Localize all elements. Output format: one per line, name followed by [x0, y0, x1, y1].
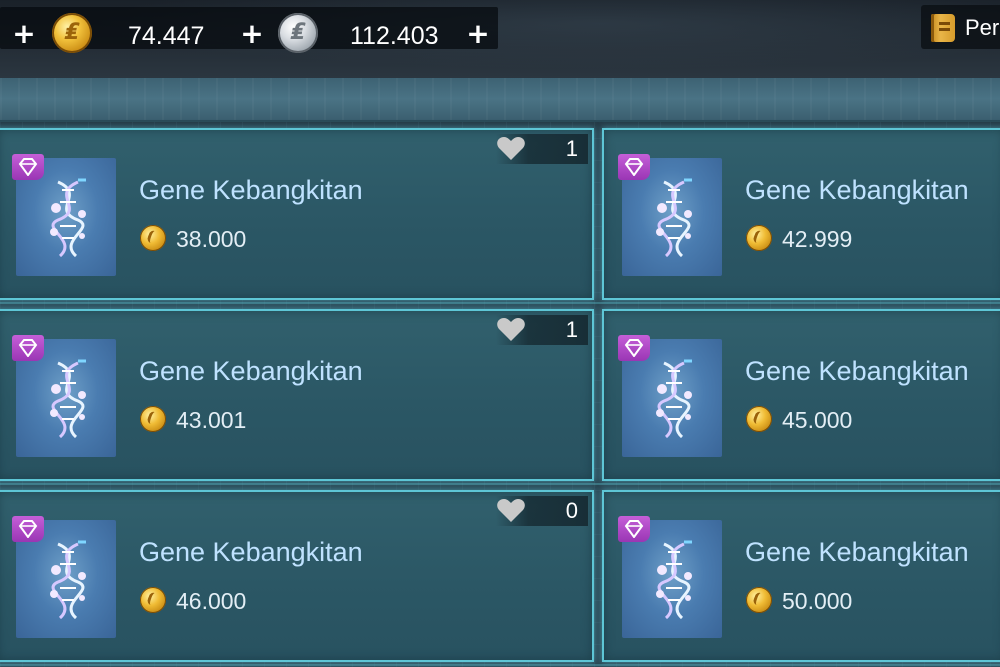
- list-header-band: [0, 78, 1000, 122]
- item-price: 46.000: [176, 588, 247, 614]
- row-divider: [0, 664, 1000, 666]
- dna-helix-icon: [38, 538, 98, 626]
- item-card[interactable]: Gene Kebangkitan 50.000: [602, 490, 1000, 662]
- item-price: 50.000: [782, 588, 853, 614]
- dna-helix-icon: [38, 176, 98, 264]
- add-currency-button[interactable]: +: [464, 19, 492, 49]
- item-card[interactable]: Gene Kebangkitan 46.000 0: [0, 490, 594, 662]
- gold-coin-icon: [140, 587, 166, 613]
- item-card[interactable]: Gene Kebangkitan 42.999: [602, 128, 1000, 300]
- diamond-badge-icon: [618, 335, 650, 361]
- auction-screen: + ₤ 74.447 + ₤ 112.403 + Per Gene Kebang…: [0, 0, 1000, 667]
- gold-coin-icon: [140, 225, 166, 251]
- silver-coin-icon: ₤: [278, 13, 318, 53]
- item-name: Gene Kebangkitan: [139, 356, 363, 386]
- heart-icon[interactable]: [496, 317, 526, 347]
- item-name: Gene Kebangkitan: [139, 537, 363, 567]
- heart-icon[interactable]: [496, 498, 526, 528]
- dna-helix-icon: [644, 538, 704, 626]
- gold-coin-icon: [746, 406, 772, 432]
- gold-coin-icon: [746, 225, 772, 251]
- gold-coin-icon: [140, 406, 166, 432]
- like-counter: 0: [496, 496, 588, 526]
- item-price: 45.000: [782, 407, 853, 433]
- like-count: 0: [565, 498, 578, 523]
- like-counter: 1: [496, 134, 588, 164]
- dna-helix-icon: [38, 357, 98, 445]
- top-bar: + ₤ 74.447 + ₤ 112.403 + Per: [0, 0, 1000, 78]
- add-gold-button[interactable]: +: [10, 19, 38, 49]
- like-count: 1: [565, 136, 578, 161]
- gold-coin-icon: ₤: [52, 13, 92, 53]
- gold-amount: 74.447: [128, 22, 205, 50]
- like-count: 1: [565, 317, 578, 342]
- diamond-badge-icon: [618, 154, 650, 180]
- item-name: Gene Kebangkitan: [139, 175, 363, 205]
- row-divider: [0, 302, 1000, 304]
- gold-coin-icon: [746, 587, 772, 613]
- item-price: 38.000: [176, 226, 247, 252]
- menu-button-label: Per: [965, 15, 1000, 40]
- heart-icon[interactable]: [496, 136, 526, 166]
- like-counter: 1: [496, 315, 588, 345]
- item-price: 43.001: [176, 407, 247, 433]
- item-price: 42.999: [782, 226, 853, 252]
- dna-helix-icon: [644, 176, 704, 264]
- item-grid: Gene Kebangkitan 38.000 1 Gene Kebangkitan 4…: [0, 122, 1000, 667]
- item-card[interactable]: Gene Kebangkitan 45.000: [602, 309, 1000, 481]
- currency-strip: + ₤ 74.447 + ₤ 112.403 +: [0, 7, 498, 53]
- silver-amount: 112.403: [350, 22, 439, 50]
- diamond-badge-icon: [12, 335, 44, 361]
- diamond-badge-icon: [12, 516, 44, 542]
- item-card[interactable]: Gene Kebangkitan 43.001 1: [0, 309, 594, 481]
- diamond-badge-icon: [12, 154, 44, 180]
- item-name: Gene Kebangkitan: [745, 356, 969, 386]
- item-name: Gene Kebangkitan: [745, 537, 969, 567]
- row-divider: [0, 483, 1000, 485]
- dna-helix-icon: [644, 357, 704, 445]
- item-card[interactable]: Gene Kebangkitan 38.000 1: [0, 128, 594, 300]
- item-name: Gene Kebangkitan: [745, 175, 969, 205]
- diamond-badge-icon: [618, 516, 650, 542]
- add-silver-button[interactable]: +: [238, 19, 266, 49]
- menu-button[interactable]: Per: [921, 5, 1000, 49]
- book-icon: [931, 14, 955, 42]
